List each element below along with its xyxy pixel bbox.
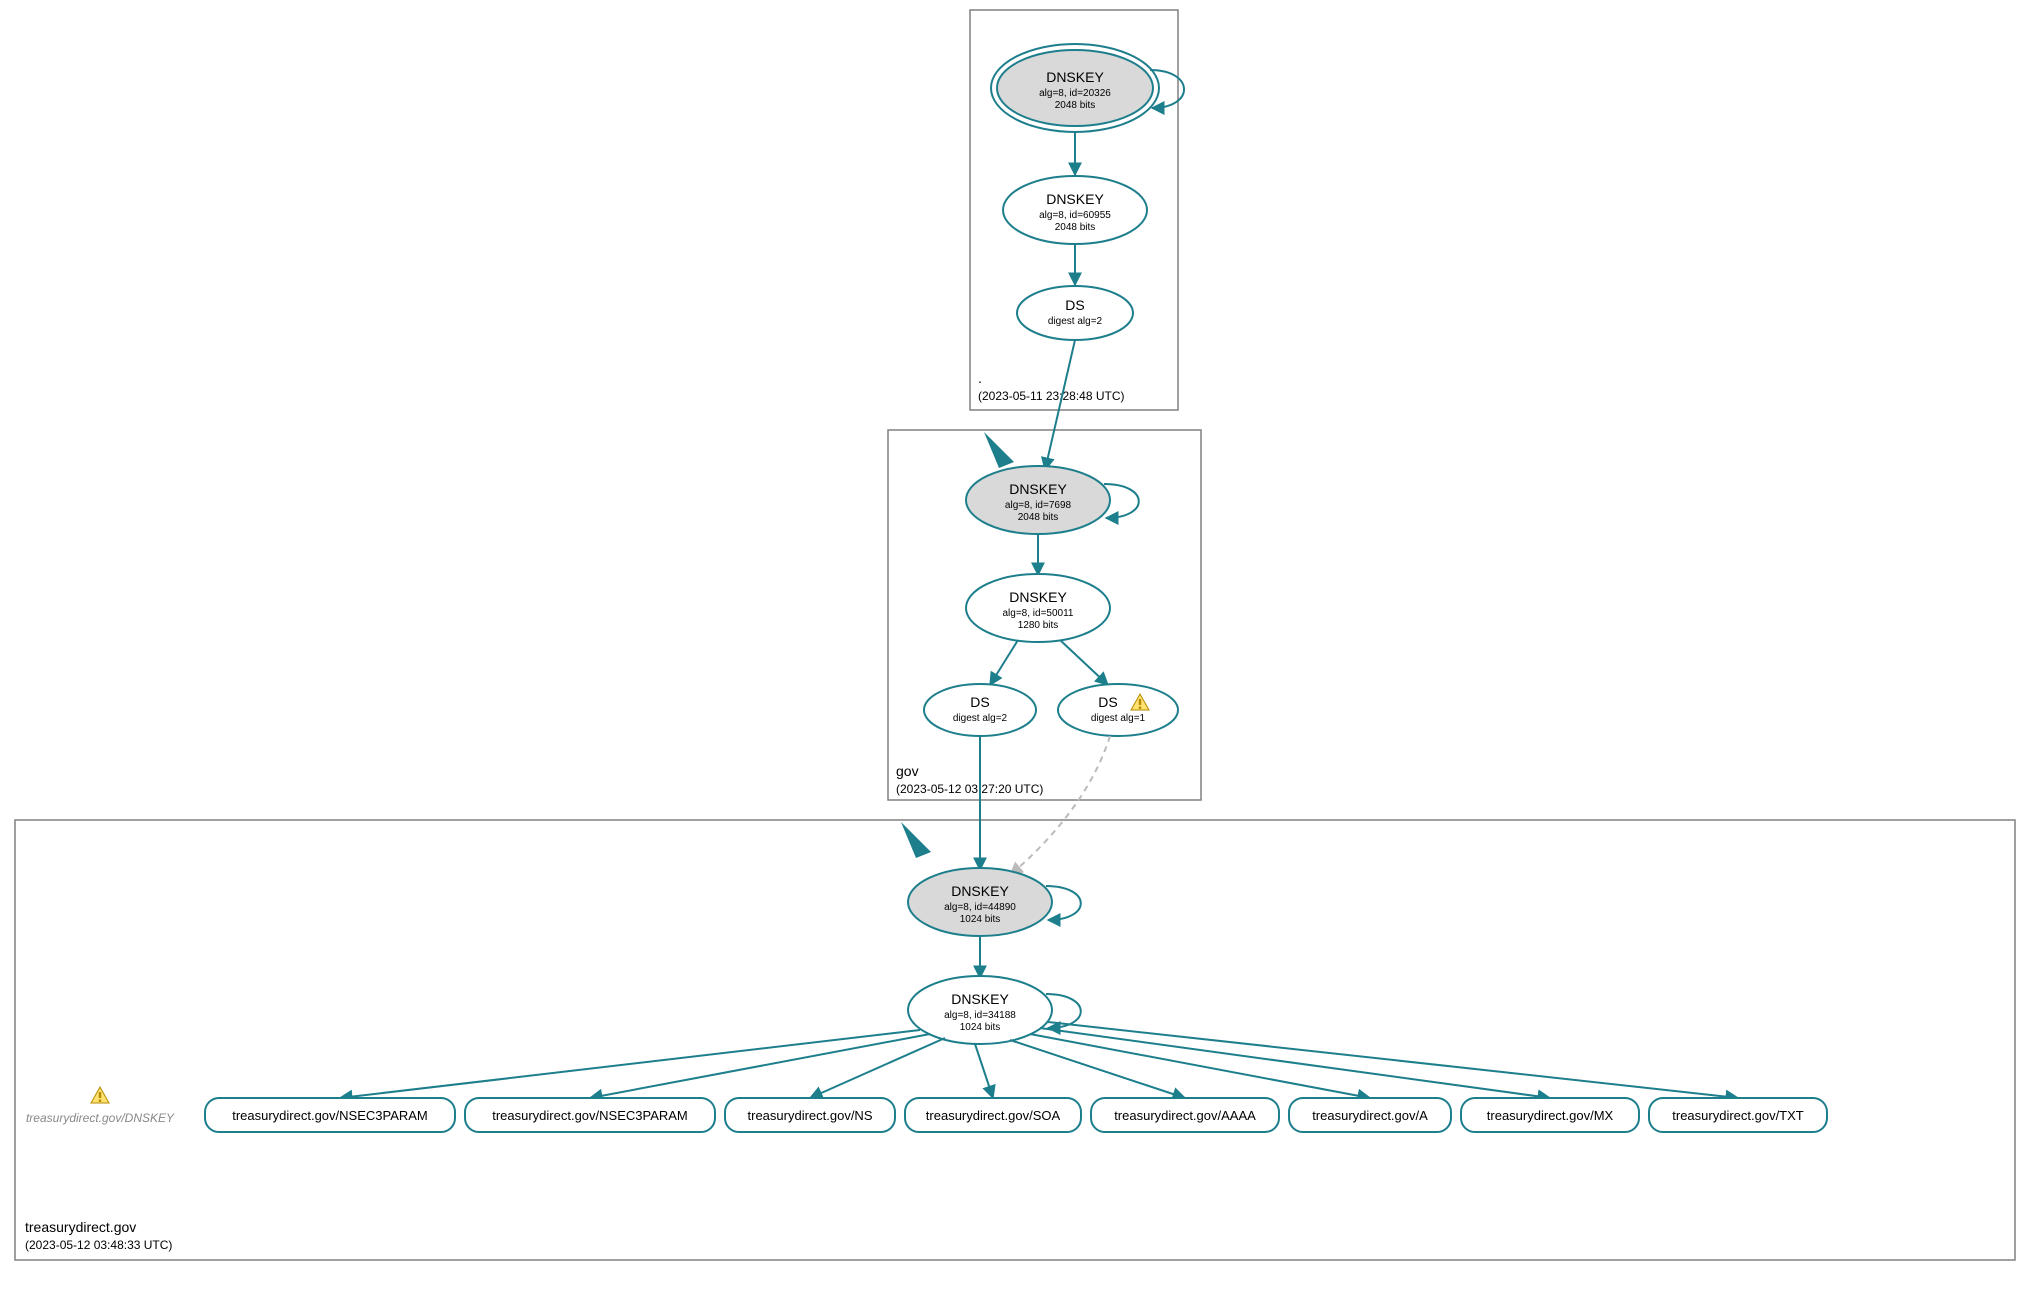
zone-td-label: treasurydirect.gov (25, 1219, 136, 1235)
delegation-arrow-root-gov (984, 432, 1014, 468)
gov-zsk-line3: 1280 bits (1018, 620, 1059, 631)
td-ksk-line3: 1024 bits (960, 914, 1001, 925)
root-ds-title: DS (1065, 297, 1084, 313)
edge-zsk-rr6 (1040, 1028, 1550, 1098)
node-root-zsk[interactable]: DNSKEY alg=8, id=60955 2048 bits (1003, 176, 1147, 244)
zone-root-label: . (978, 370, 982, 386)
gov-ds2-line2: digest alg=1 (1091, 713, 1146, 724)
gov-zsk-line2: alg=8, id=50011 (1003, 608, 1074, 619)
gov-ksk-line2: alg=8, id=7698 (1005, 500, 1072, 511)
node-gov-ds1[interactable]: DS digest alg=2 (924, 684, 1036, 736)
td-zsk-line2: alg=8, id=34188 (944, 1010, 1016, 1021)
edge-gov-zsk-ds2 (1060, 640, 1108, 685)
node-td-missing-dnskey[interactable]: treasurydirect.gov/DNSKEY (26, 1087, 175, 1125)
gov-ds1-title: DS (970, 694, 989, 710)
root-ksk-line3: 2048 bits (1055, 100, 1096, 111)
edge-root-ds-gov-ksk (1045, 340, 1075, 470)
rr-label-7: treasurydirect.gov/TXT (1672, 1108, 1804, 1123)
rr-label-5: treasurydirect.gov/A (1312, 1108, 1428, 1123)
gov-ds1-line2: digest alg=2 (953, 713, 1008, 724)
edge-zsk-rr3 (975, 1044, 993, 1098)
node-gov-zsk[interactable]: DNSKEY alg=8, id=50011 1280 bits (966, 574, 1110, 642)
node-gov-ds2[interactable]: DS digest alg=1 (1058, 684, 1178, 736)
zone-td-timestamp: (2023-05-12 03:48:33 UTC) (25, 1238, 172, 1252)
rr-label-0: treasurydirect.gov/NSEC3PARAM (232, 1108, 428, 1123)
gov-ds2-title: DS (1098, 694, 1117, 710)
node-gov-ksk[interactable]: DNSKEY alg=8, id=7698 2048 bits (966, 466, 1110, 534)
gov-ksk-line3: 2048 bits (1018, 512, 1059, 523)
root-ksk-title: DNSKEY (1046, 69, 1104, 85)
delegation-arrow-gov-td (901, 822, 931, 858)
edge-gov-ds2-td-ksk (1010, 736, 1110, 875)
zone-root-timestamp: (2023-05-11 23:28:48 UTC) (978, 389, 1125, 403)
zone-gov-timestamp: (2023-05-12 03:27:20 UTC) (896, 782, 1043, 796)
zone-gov-label: gov (896, 763, 919, 779)
td-zsk-line3: 1024 bits (960, 1022, 1001, 1033)
root-zsk-line3: 2048 bits (1055, 222, 1096, 233)
edge-gov-zsk-ds1 (990, 640, 1018, 685)
root-zsk-title: DNSKEY (1046, 191, 1104, 207)
rr-label-3: treasurydirect.gov/SOA (926, 1108, 1061, 1123)
rr-label-1: treasurydirect.gov/NSEC3PARAM (492, 1108, 688, 1123)
root-ds-line2: digest alg=2 (1048, 316, 1103, 327)
root-ksk-line2: alg=8, id=20326 (1039, 88, 1111, 99)
node-root-ksk[interactable]: DNSKEY alg=8, id=20326 2048 bits (991, 44, 1159, 132)
node-root-ds[interactable]: DS digest alg=2 (1017, 286, 1133, 340)
edge-zsk-rr4 (1010, 1040, 1185, 1098)
root-zsk-line2: alg=8, id=60955 (1039, 210, 1111, 221)
gov-zsk-title: DNSKEY (1009, 589, 1067, 605)
edge-zsk-rr1 (590, 1034, 930, 1098)
warning-icon (91, 1087, 109, 1103)
rr-label-2: treasurydirect.gov/NS (748, 1108, 873, 1123)
td-ksk-title: DNSKEY (951, 883, 1009, 899)
td-missing-label: treasurydirect.gov/DNSKEY (26, 1111, 175, 1125)
node-td-ksk[interactable]: DNSKEY alg=8, id=44890 1024 bits (908, 868, 1052, 936)
gov-ksk-title: DNSKEY (1009, 481, 1067, 497)
edge-zsk-rr2 (810, 1038, 945, 1098)
rr-label-6: treasurydirect.gov/MX (1487, 1108, 1614, 1123)
rr-label-4: treasurydirect.gov/AAAA (1114, 1108, 1256, 1123)
td-zsk-title: DNSKEY (951, 991, 1009, 1007)
td-ksk-line2: alg=8, id=44890 (944, 902, 1016, 913)
